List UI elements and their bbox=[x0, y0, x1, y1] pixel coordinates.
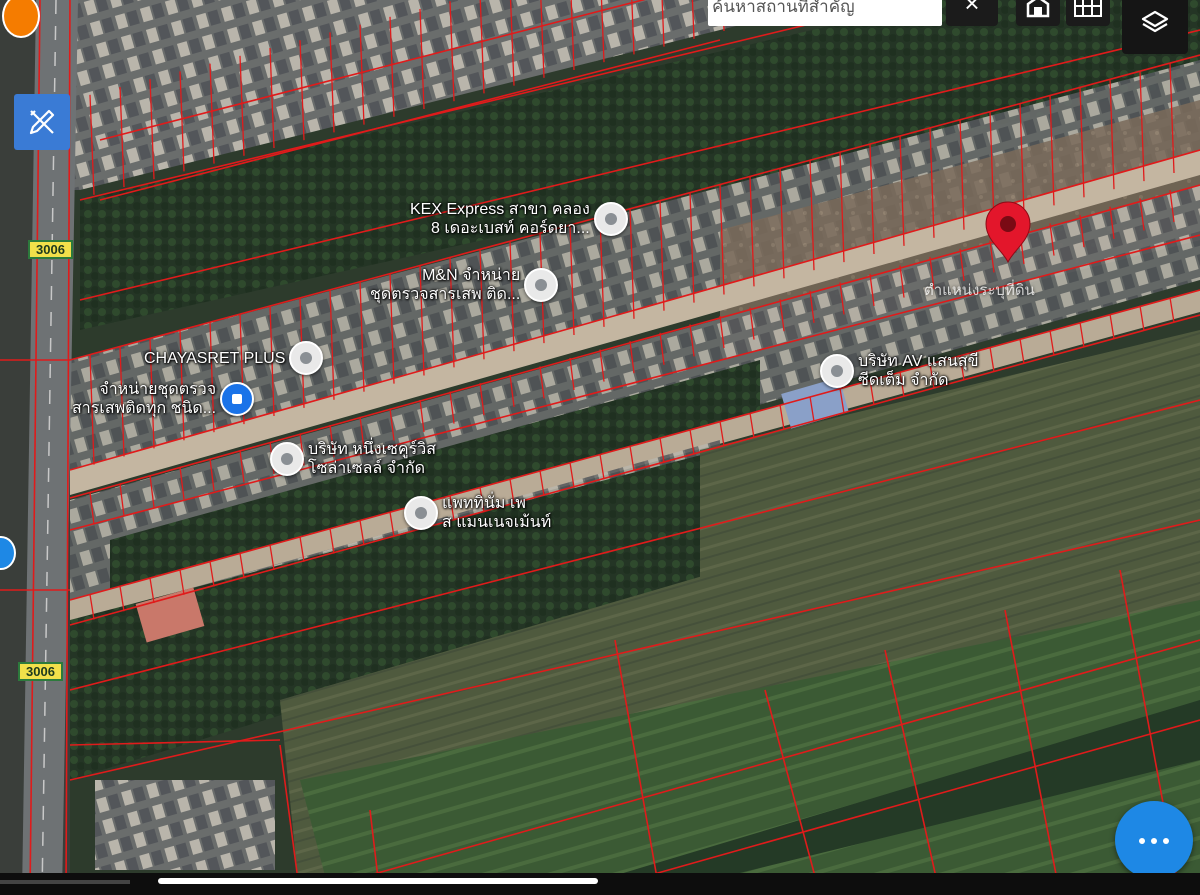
poi-pin-icon[interactable] bbox=[524, 268, 559, 302]
poi-label: KEX Express สาขา คลอง 8 เดอะเบสท์ คอร์ดย… bbox=[410, 201, 590, 237]
poi-chayasret[interactable]: CHAYASRET PLUS bbox=[144, 341, 324, 375]
poi-shop-icon[interactable] bbox=[220, 382, 255, 416]
pencil-ruler-icon bbox=[29, 109, 55, 135]
poi-pin-icon[interactable] bbox=[404, 496, 438, 530]
poi-label: แพททินั่ม เพ ส แมนเนจเม้นท์ bbox=[442, 495, 552, 531]
search-input[interactable]: ค้นหาสถานที่สำคัญ bbox=[708, 0, 942, 26]
home-map-icon bbox=[1026, 0, 1050, 18]
poi-label: บริษัท หนึ่งเซคูร์วิส โซล่าเซลล์ จำกัด bbox=[308, 441, 436, 477]
poi-pin-icon[interactable] bbox=[289, 341, 324, 375]
poi-pin-icon[interactable] bbox=[270, 442, 304, 476]
poi-av[interactable]: บริษัท AV แสนสุขี ซีดเต็ม จำกัด bbox=[820, 352, 979, 390]
draw-tools-button[interactable] bbox=[14, 94, 70, 150]
grid-button[interactable] bbox=[1066, 0, 1110, 26]
marker-label: ตำแหน่งระบุที่ดิน bbox=[924, 282, 1035, 299]
more-dots-icon bbox=[1136, 831, 1172, 849]
poi-label: จำหน่ายชุดตรวจ สารเสพติดทุก ชนิด... bbox=[72, 381, 217, 417]
close-button[interactable]: × bbox=[946, 0, 998, 26]
poi-label: M&N จำหน่าย ชุดตรวจสารเสพ ติด... bbox=[370, 267, 521, 303]
home-map-button[interactable] bbox=[1016, 0, 1060, 26]
more-options-button[interactable] bbox=[1115, 801, 1193, 879]
poi-patinum[interactable]: แพททินั่ม เพ ส แมนเนจเม้นท์ bbox=[404, 494, 551, 532]
layers-icon bbox=[1141, 10, 1169, 33]
poi-kex-express[interactable]: KEX Express สาขา คลอง 8 เดอะเบสท์ คอร์ดย… bbox=[410, 200, 628, 238]
scrollbar-track bbox=[0, 880, 130, 884]
poi-drug-test-kit[interactable]: จำหน่ายชุดตรวจ สารเสพติดทุก ชนิด... bbox=[72, 380, 255, 418]
poi-pin-icon[interactable] bbox=[820, 354, 854, 388]
layers-button[interactable] bbox=[1122, 0, 1188, 54]
poi-label: บริษัท AV แสนสุขี ซีดเต็ม จำกัด bbox=[858, 353, 979, 389]
poi-label: CHAYASRET PLUS bbox=[144, 349, 286, 367]
poi-nueng-security[interactable]: บริษัท หนึ่งเซคูร์วิส โซล่าเซลล์ จำกัด bbox=[270, 440, 436, 478]
home-indicator[interactable] bbox=[158, 878, 598, 884]
road-number-badge: 3006 bbox=[28, 240, 73, 259]
grid-icon bbox=[1074, 0, 1102, 17]
satellite-map[interactable] bbox=[0, 0, 1200, 895]
poi-mn[interactable]: M&N จำหน่าย ชุดตรวจสารเสพ ติด... bbox=[370, 266, 559, 304]
road-number-badge: 3006 bbox=[18, 662, 63, 681]
system-bottom-bar bbox=[0, 873, 1200, 895]
poi-pin-icon[interactable] bbox=[593, 202, 628, 236]
